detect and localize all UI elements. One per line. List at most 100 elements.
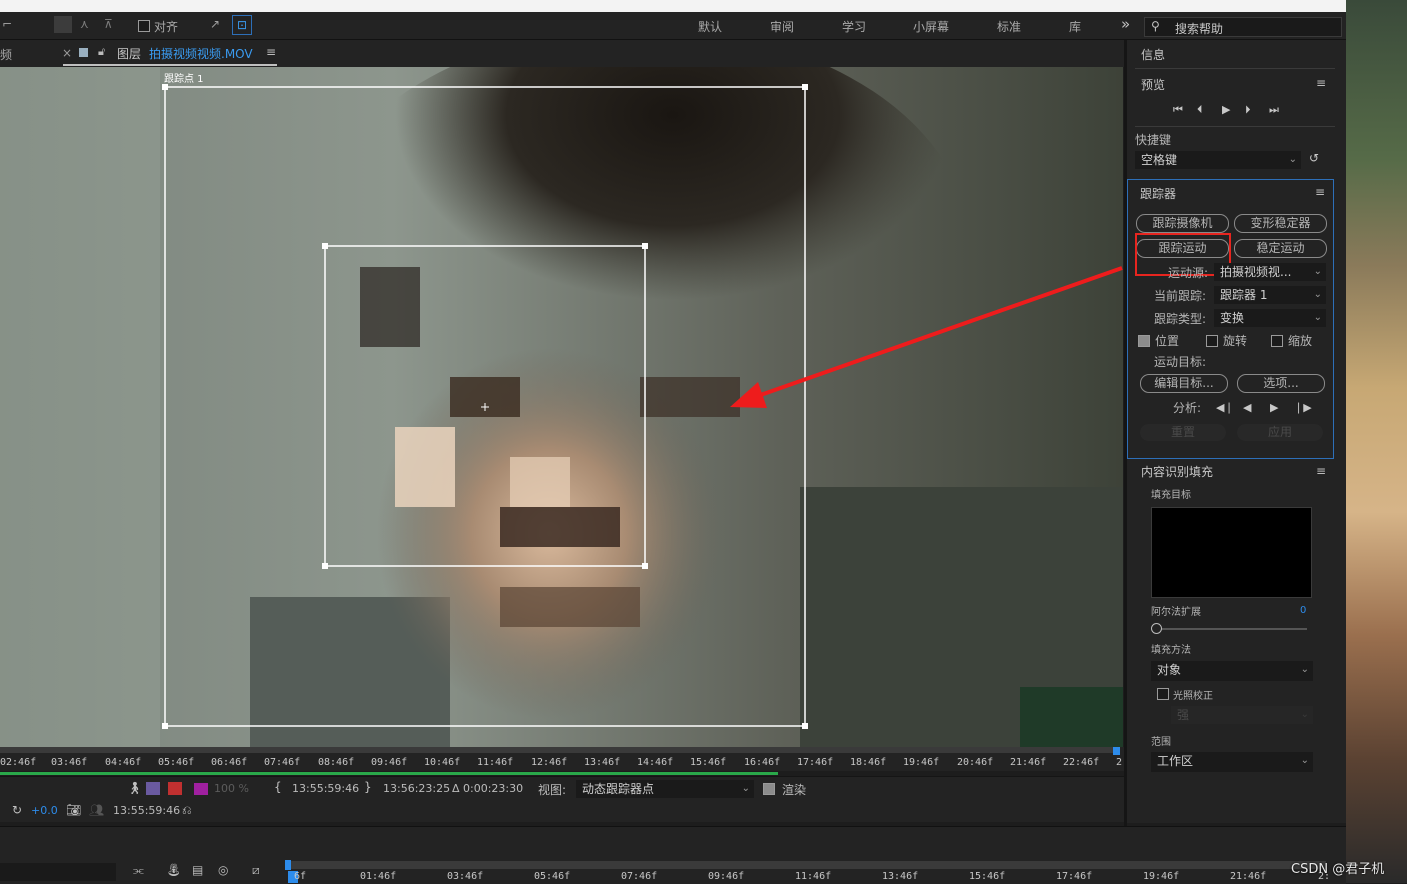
divider	[1135, 68, 1335, 69]
exposure-value[interactable]: +0.0	[31, 804, 58, 817]
prev-frame-icon[interactable]: ⏴	[1197, 103, 1203, 117]
ruler-tick: 13:46f	[584, 757, 621, 768]
alpha-expand-slider-track[interactable]	[1157, 628, 1307, 630]
track-type-label: 跟踪类型:	[1154, 312, 1207, 326]
frame-blend-icon[interactable]: ▤	[192, 863, 203, 877]
chevron-down-icon: ⌄	[1313, 312, 1322, 323]
track-camera-button[interactable]: 跟踪摄像机	[1136, 214, 1229, 233]
caf-title[interactable]: 内容识别填充	[1141, 463, 1213, 480]
ruler-tick: 05:46f	[158, 757, 195, 768]
timeline-panel: ⫘ ⛲︎ ▤ ◎ ⧄ 6f 01:46f 03:46f 05:46f 07:46…	[0, 826, 1346, 884]
ruler-tick: 10:46f	[424, 757, 461, 768]
fill-target-label: 填充目标	[1151, 490, 1191, 501]
onion-skin-icon[interactable]	[146, 782, 160, 795]
timeline-tick: 19:46f	[1143, 871, 1180, 882]
timeline-tick: 09:46f	[708, 871, 745, 882]
render-icon[interactable]	[168, 782, 182, 795]
current-time[interactable]: 13:55:59:46	[113, 804, 180, 817]
preview-menu-icon[interactable]: ≡	[1316, 76, 1326, 90]
range-dropdown[interactable]: 工作区 ⌄	[1151, 752, 1313, 772]
in-time[interactable]: 13:55:59:46	[292, 782, 359, 795]
options-button[interactable]: 选项...	[1237, 374, 1325, 393]
view-label: 视图:	[538, 783, 567, 797]
timeline-tick: 11:46f	[795, 871, 832, 882]
work-area-bar[interactable]	[286, 861, 1326, 869]
analyze-back-one-icon[interactable]: ◀❘	[1216, 401, 1234, 414]
color-label-icon[interactable]	[194, 783, 208, 795]
reset-button[interactable]: 重置	[1140, 424, 1226, 441]
warp-stabilizer-button[interactable]: 变形稳定器	[1234, 214, 1327, 233]
fill-method-dropdown[interactable]: 对象 ⌄	[1151, 661, 1313, 681]
shy-icon[interactable]: ⛲︎	[166, 863, 181, 877]
ruler-tick: 19:46f	[903, 757, 940, 768]
analyze-forward-one-icon[interactable]: ❘▶	[1294, 401, 1312, 414]
transfer-icon[interactable]: ⎌	[182, 803, 192, 818]
loop-icon[interactable]: ↺	[1309, 151, 1319, 165]
timeline-tick: 13:46f	[882, 871, 919, 882]
work-area-start-handle[interactable]	[285, 860, 291, 870]
track-type-dropdown[interactable]: 变换 ⌄	[1214, 309, 1326, 327]
motion-blur-icon[interactable]: ◎	[218, 863, 228, 877]
work-area-end-handle[interactable]	[1113, 747, 1120, 755]
tracker-panel: 跟踪器 ≡ 跟踪摄像机 变形稳定器 跟踪运动 稳定运动 运动源: 拍摄视频视..…	[1127, 179, 1334, 459]
ruler-tick: 17:46f	[797, 757, 834, 768]
timeline-search-field[interactable]	[0, 863, 116, 881]
analyze-forward-icon[interactable]: ▶	[1270, 401, 1278, 414]
rotation-checkbox[interactable]	[1206, 335, 1218, 347]
caf-menu-icon[interactable]: ≡	[1316, 464, 1326, 478]
render-checkbox[interactable]	[763, 783, 775, 795]
ruler-tick: 15:46f	[690, 757, 727, 768]
scale-checkbox[interactable]	[1271, 335, 1283, 347]
ruler-tick: 03:46f	[51, 757, 88, 768]
ruler-tick: 11:46f	[477, 757, 514, 768]
tracker-title[interactable]: 跟踪器	[1140, 185, 1176, 202]
fill-target-preview	[1151, 507, 1312, 598]
alpha-expand-slider-thumb[interactable]	[1151, 623, 1162, 634]
analyze-label: 分析:	[1173, 401, 1202, 415]
edit-target-button[interactable]: 编辑目标...	[1140, 374, 1228, 393]
track-type-value: 变换	[1220, 311, 1245, 325]
apply-button[interactable]: 应用	[1237, 424, 1323, 441]
preview-panel-title[interactable]: 预览	[1141, 76, 1165, 93]
play-icon[interactable]: ▶	[1222, 103, 1230, 116]
out-point-icon[interactable]: }	[364, 780, 372, 794]
lighting-strength-dropdown[interactable]: 强 ⌄	[1171, 706, 1313, 724]
viewer-controls-2: ↻ +0.0 📷︎ 👥︎ 13:55:59:46 ⎌	[0, 800, 1124, 822]
last-frame-icon[interactable]: ⏭	[1269, 103, 1279, 117]
shortcut-dropdown[interactable]: 空格键 ⌄	[1135, 151, 1301, 169]
alpha-expand-value[interactable]: 0	[1300, 605, 1306, 616]
duration: Δ 0:00:23:30	[452, 782, 524, 795]
graph-editor-icon[interactable]: ⧄	[252, 863, 260, 878]
fill-method-label: 填充方法	[1151, 645, 1191, 656]
ruler-tick: 18:46f	[850, 757, 887, 768]
panel-divider[interactable]	[1124, 40, 1127, 826]
figure-icon[interactable]: 🚶︎	[127, 781, 142, 795]
snapshot-icon[interactable]: 📷︎	[66, 803, 81, 817]
time-ruler[interactable]: 02:46f 03:46f 04:46f 05:46f 06:46f 07:46…	[0, 747, 1124, 775]
stabilize-motion-button[interactable]: 稳定运动	[1234, 239, 1327, 258]
in-point-icon[interactable]: {	[274, 780, 282, 794]
motion-source-label: 运动源:	[1168, 266, 1209, 280]
first-frame-icon[interactable]: ⏮	[1173, 103, 1183, 117]
ruler-tick: 04:46f	[105, 757, 142, 768]
comp-flowchart-icon[interactable]: ⫘	[133, 863, 144, 878]
analyze-backward-icon[interactable]: ◀	[1243, 401, 1251, 414]
right-panel: 信息 预览 ≡ ⏮ ⏴ ▶ ⏵ ⏭ 快捷键 空格键 ⌄ ↺ 跟踪器 ≡ 跟踪摄像…	[1127, 40, 1346, 823]
out-time[interactable]: 13:56:23:25	[383, 782, 450, 795]
viewer-controls: 🚶︎ 100 % { 13:55:59:46 } 13:56:23:25 Δ 0…	[0, 776, 1124, 801]
tracker-menu-icon[interactable]: ≡	[1315, 185, 1325, 199]
show-snapshot-icon[interactable]: 👥︎	[89, 803, 104, 817]
ruler-tick: 22:46f	[1063, 757, 1100, 768]
cache-bar	[0, 772, 778, 775]
range-label: 范围	[1151, 737, 1171, 748]
current-track-dropdown[interactable]: 跟踪器 1 ⌄	[1214, 286, 1326, 304]
lighting-strength-value: 强	[1177, 708, 1190, 722]
zoom-value[interactable]: 100 %	[214, 782, 249, 795]
position-checkbox[interactable]	[1138, 335, 1150, 347]
lighting-checkbox[interactable]	[1157, 688, 1169, 700]
next-frame-icon[interactable]: ⏵	[1245, 103, 1251, 117]
motion-source-dropdown[interactable]: 拍摄视频视... ⌄	[1214, 263, 1326, 281]
reset-exposure-icon[interactable]: ↻	[12, 803, 22, 817]
info-panel-title[interactable]: 信息	[1141, 46, 1165, 63]
view-dropdown[interactable]: 动态跟踪器点 ⌄	[576, 780, 754, 798]
